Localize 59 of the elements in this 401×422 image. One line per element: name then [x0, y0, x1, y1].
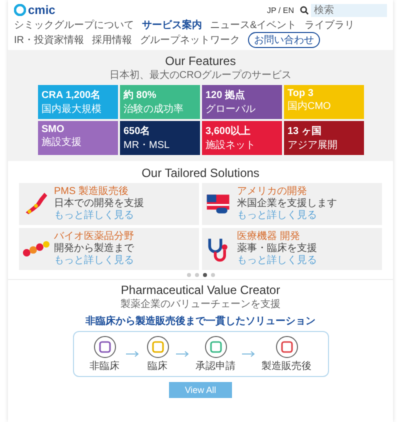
- feature-tile[interactable]: 3,600以上 施設ネット: [202, 121, 282, 155]
- card-text: 米国企業を支援します: [237, 198, 337, 210]
- step-label: 承認申請: [196, 360, 236, 373]
- section-subtitle: 製薬企業のバリューチェーンを支援: [120, 298, 280, 311]
- step-label: 製造販売後: [262, 360, 312, 373]
- card-title: アメリカの開発: [237, 186, 308, 198]
- tile-value: 120 拠点: [206, 88, 246, 102]
- tile-label: アジア展開: [288, 139, 338, 152]
- tile-label: 施設支援: [42, 136, 82, 149]
- tile-value: Top 3: [288, 88, 314, 99]
- feature-tile[interactable]: 120 拠点 グローバル: [202, 85, 282, 119]
- tile-label: 国内最大規模: [42, 102, 102, 116]
- tile-value: SMO: [42, 124, 66, 135]
- tile-label: 国内CMO: [288, 100, 332, 113]
- tile-label: グローバル: [206, 103, 256, 116]
- carousel-dot[interactable]: [202, 273, 206, 277]
- contact-button[interactable]: お問い合わせ: [248, 32, 320, 48]
- card-text: 開発から製造まで: [54, 243, 134, 254]
- feature-tile[interactable]: SMO 施設支援: [38, 121, 118, 155]
- search-field[interactable]: 検索: [311, 4, 387, 16]
- nav-item[interactable]: 採用情報: [92, 33, 132, 47]
- card-title: PMS 製造販売後: [54, 186, 130, 198]
- nav-item[interactable]: ライブラリ: [304, 18, 355, 32]
- tile-value: 3,600以上: [206, 124, 252, 138]
- tile-value: CRA 1,200名: [42, 88, 102, 102]
- step-label: 非臨床: [90, 360, 120, 373]
- card-title: 医療機器 開発: [237, 231, 301, 242]
- tile-value: 約 80%: [124, 88, 158, 102]
- section-subtitle: 日本初、最大のCROグループのサービス: [108, 68, 293, 82]
- section-title: Our Features: [164, 54, 237, 68]
- tile-value: 650名: [124, 124, 152, 138]
- section-title: Pharmaceutical Value Creator: [120, 283, 280, 297]
- nav-item[interactable]: グループネットワーク: [140, 33, 240, 47]
- section-title: Our Tailored Solutions: [140, 166, 260, 180]
- nav-item[interactable]: シミックグループについて: [14, 18, 134, 32]
- arrow-icon: [176, 351, 190, 357]
- feature-tile[interactable]: 650名 MR・MSL: [120, 121, 200, 155]
- tile-label: 施設ネット: [206, 138, 256, 152]
- arrow-icon: [126, 351, 140, 357]
- tile-label: MR・MSL: [124, 139, 171, 152]
- nav-item[interactable]: サービス案内: [142, 18, 202, 32]
- step-label: 臨床: [148, 360, 168, 373]
- carousel-dot[interactable]: [194, 273, 198, 277]
- tile-label: 治験の成功率: [124, 102, 184, 116]
- arrow-icon: [242, 351, 256, 357]
- card-text: 薬事・臨床を支援: [237, 243, 317, 254]
- nav-item[interactable]: ニュース&イベント: [210, 18, 297, 32]
- card-text: 日本での開発を支援: [54, 198, 144, 210]
- logo-text[interactable]: cmic: [28, 3, 56, 17]
- carousel-dot[interactable]: [210, 273, 214, 277]
- nav-item[interactable]: IR・投資家情報: [14, 33, 84, 47]
- feature-tile[interactable]: 13 ヶ国 アジア展開: [284, 121, 364, 155]
- highlight-text: 非臨床から製造販売後まで一貫したソリューション: [86, 314, 316, 328]
- carousel-dot[interactable]: [186, 273, 190, 277]
- tile-value: 13 ヶ国: [288, 125, 322, 138]
- card-title: バイオ医薬品分野: [54, 231, 134, 242]
- language-link[interactable]: JP / EN: [267, 6, 294, 14]
- search-icon: [300, 6, 309, 14]
- logo-icon: [14, 4, 26, 16]
